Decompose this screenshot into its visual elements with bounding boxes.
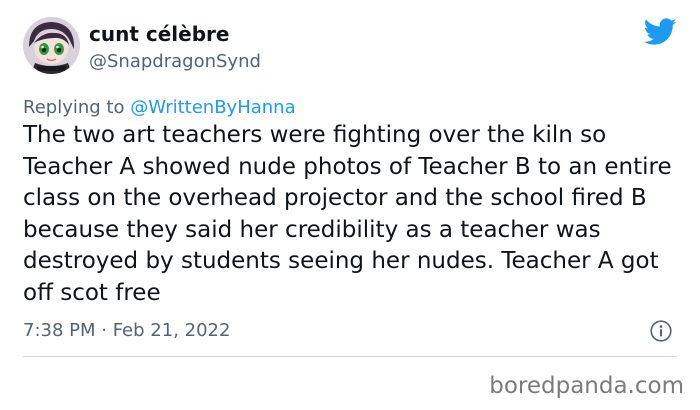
reply-mention-link[interactable]: @WrittenByHanna (130, 97, 295, 118)
anime-character-avatar-icon (23, 17, 80, 74)
tweet-timestamp[interactable]: 7:38 PM · Feb 21, 2022 (23, 320, 230, 341)
info-icon[interactable] (650, 320, 672, 342)
twitter-bird-icon[interactable] (644, 18, 677, 46)
author-handle[interactable]: @SnapdragonSynd (89, 51, 261, 72)
tweet-text: The two art teachers were fighting over … (23, 122, 672, 306)
divider (23, 356, 677, 357)
replying-to-label: Replying to (23, 97, 131, 118)
watermark: boredpanda.com (489, 373, 684, 399)
replying-to-line: Replying to @WrittenByHanna (23, 97, 296, 118)
avatar[interactable] (23, 17, 80, 74)
author-display-name[interactable]: cunt célèbre (89, 22, 229, 46)
